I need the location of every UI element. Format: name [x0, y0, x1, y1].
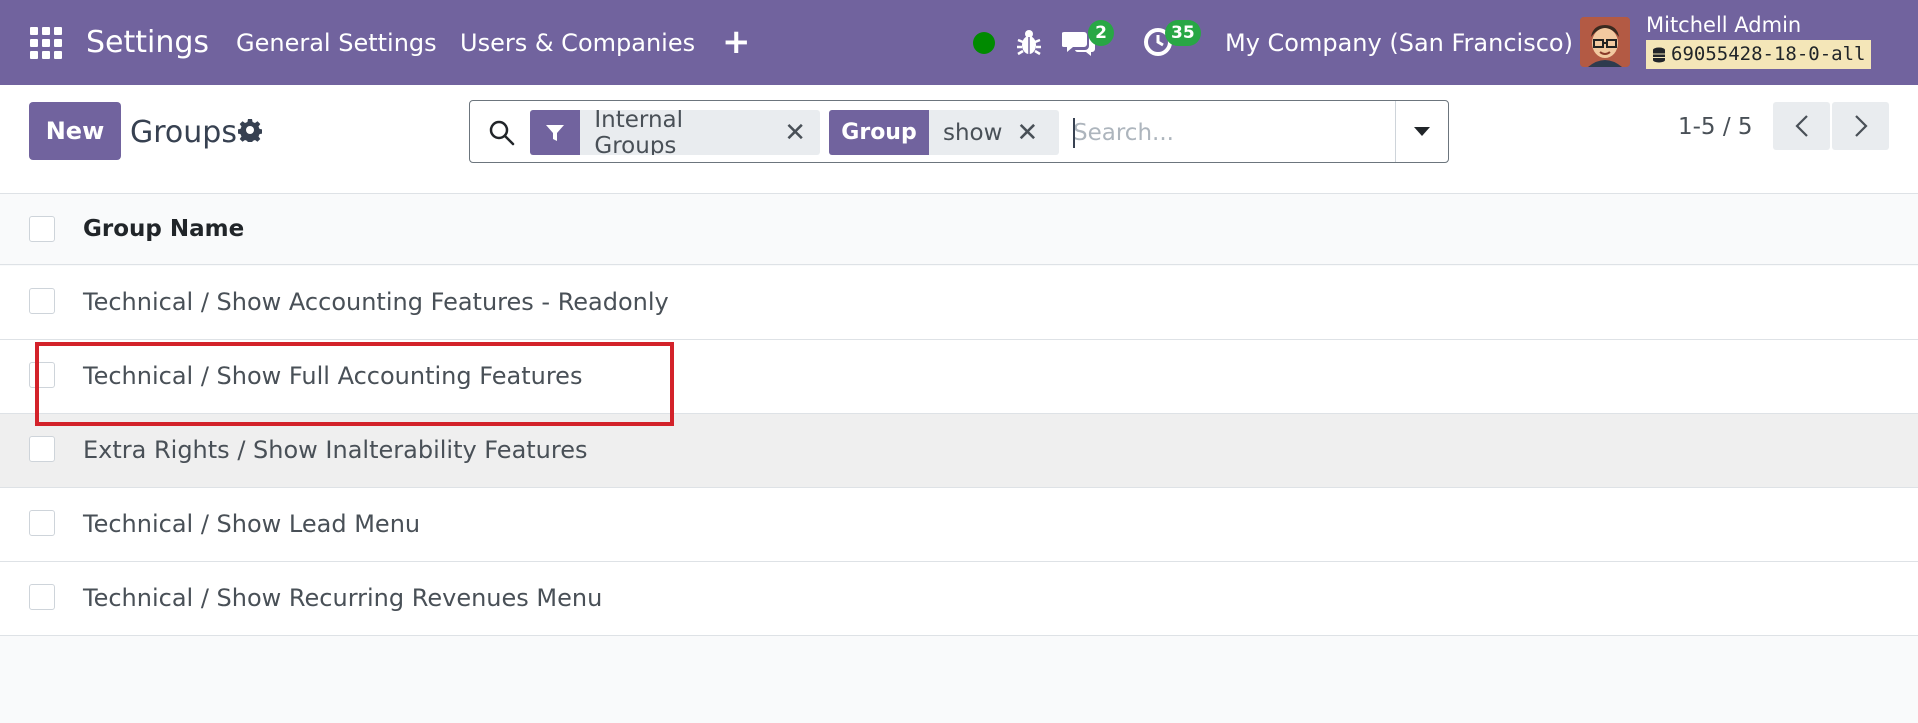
row-checkbox[interactable]: [29, 436, 55, 462]
caret-down-icon: [1414, 126, 1430, 136]
table-row[interactable]: Technical / Show Accounting Features - R…: [0, 266, 1918, 340]
pager-next-button[interactable]: [1832, 102, 1889, 150]
filter-facet-remove-icon[interactable]: ✕: [784, 110, 820, 155]
messages-count-badge: 2: [1088, 20, 1114, 46]
database-name: 69055428-18-0-all: [1671, 43, 1866, 65]
control-panel: New Groups Internal Groups ✕ Group show …: [0, 85, 1918, 194]
row-checkbox[interactable]: [29, 510, 55, 536]
text-cursor: [1073, 118, 1075, 148]
presence-status-icon: [973, 32, 995, 54]
list-header: Group Name: [0, 194, 1918, 265]
filter-facet-value: Internal Groups: [594, 110, 684, 155]
group-name-cell[interactable]: Extra Rights / Show Inalterability Featu…: [83, 436, 588, 464]
pager-value[interactable]: 1-5 / 5: [1678, 114, 1753, 140]
chevron-right-icon: [1854, 115, 1868, 137]
search-bar: Internal Groups ✕ Group show ✕: [469, 100, 1449, 163]
table-row[interactable]: Technical / Show Recurring Revenues Menu: [0, 562, 1918, 636]
group-by-facet-label: Group: [829, 110, 929, 155]
user-avatar[interactable]: [1580, 17, 1630, 67]
filter-facet: Internal Groups ✕: [530, 110, 820, 155]
pager-previous-button[interactable]: [1773, 102, 1830, 150]
search-input[interactable]: [1073, 114, 1393, 152]
annotation-highlight-box: [35, 342, 674, 426]
group-by-facet-value: show: [943, 119, 1003, 146]
column-header-group-name[interactable]: Group Name: [83, 216, 244, 242]
database-badge: 69055428-18-0-all: [1646, 40, 1872, 69]
group-name-cell[interactable]: Technical / Show Lead Menu: [83, 510, 420, 538]
company-switcher[interactable]: My Company (San Francisco): [1225, 29, 1573, 57]
gear-icon[interactable]: [238, 118, 262, 142]
top-navbar: Settings General Settings Users & Compan…: [0, 0, 1918, 85]
plus-icon[interactable]: +: [722, 22, 751, 62]
group-by-facet-remove-icon[interactable]: ✕: [1016, 110, 1052, 155]
page-title[interactable]: Groups: [130, 115, 237, 150]
table-row[interactable]: Technical / Show Lead Menu: [0, 488, 1918, 562]
menu-general-settings[interactable]: General Settings: [236, 29, 437, 57]
row-checkbox[interactable]: [29, 584, 55, 610]
select-all-checkbox[interactable]: [29, 216, 55, 242]
group-name-cell[interactable]: Technical / Show Accounting Features - R…: [83, 288, 669, 316]
search-options-toggle[interactable]: [1395, 101, 1448, 162]
row-checkbox[interactable]: [29, 288, 55, 314]
new-button[interactable]: New: [29, 102, 121, 160]
group-name-cell[interactable]: Technical / Show Recurring Revenues Menu: [83, 584, 602, 612]
menu-users-companies[interactable]: Users & Companies: [460, 29, 695, 57]
apps-menu-icon[interactable]: [30, 27, 64, 59]
chevron-left-icon: [1794, 115, 1808, 137]
group-by-facet: Group show ✕: [829, 110, 1059, 155]
bug-icon[interactable]: [1016, 26, 1042, 58]
database-icon: [1653, 47, 1665, 62]
search-icon[interactable]: [488, 119, 516, 147]
user-name[interactable]: Mitchell Admin: [1646, 13, 1801, 37]
activities-count-badge: 35: [1165, 20, 1201, 46]
app-title[interactable]: Settings: [86, 25, 209, 60]
filter-icon: [530, 110, 581, 155]
